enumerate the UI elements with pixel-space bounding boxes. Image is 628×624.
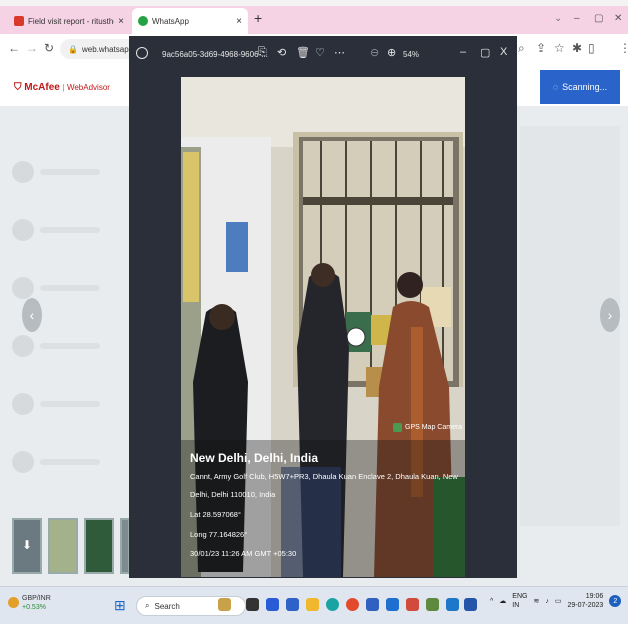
search-icon: ⌕: [145, 601, 150, 610]
start-icon[interactable]: ⊞: [114, 597, 126, 614]
zoom-icon[interactable]: ⌕: [518, 41, 525, 56]
mail-icon[interactable]: [446, 598, 459, 611]
previous-media-button[interactable]: ‹: [22, 298, 42, 332]
latitude: Lat 28.597068°: [190, 510, 241, 519]
store-icon[interactable]: [366, 598, 379, 611]
forward-icon[interactable]: →: [26, 41, 38, 55]
tab-label: Field visit report - ritusthey@...: [28, 16, 114, 26]
whatsapp-icon: [138, 16, 148, 26]
webadvisor-label: WebAdvisor: [66, 83, 110, 92]
stock-widget[interactable]: GBP/INR +0.53%: [22, 594, 51, 612]
volume-icon[interactable]: ♪: [545, 598, 549, 605]
media-thumbnail[interactable]: ⬇: [12, 518, 42, 574]
mcafee-shield-icon: ⛉: [14, 82, 22, 93]
scanning-label: Scanning...: [562, 82, 608, 92]
favorite-icon[interactable]: ♡: [315, 46, 325, 59]
tab-search-icon[interactable]: ⌄: [554, 13, 562, 24]
bookmark-star-icon[interactable]: ☆: [554, 41, 565, 55]
chat-list-item: [12, 158, 117, 186]
viewer-minimize-button[interactable]: –: [460, 46, 466, 58]
ticker-change: +0.53%: [22, 604, 46, 611]
chat-list-item: [12, 332, 117, 360]
notification-badge[interactable]: 2: [609, 595, 622, 607]
back-icon[interactable]: ←: [8, 41, 20, 55]
gmail-icon: [14, 16, 24, 26]
cloud-icon[interactable]: ☁: [499, 597, 506, 605]
photos-icon[interactable]: [426, 598, 439, 611]
outlook-icon[interactable]: [386, 598, 399, 611]
widgets-icon[interactable]: [266, 598, 279, 611]
address-line-2: Delhi, Delhi 110010, India: [190, 490, 276, 499]
longitude: Long 77.164826°: [190, 530, 248, 539]
close-tab-icon[interactable]: ×: [236, 16, 242, 27]
clock[interactable]: 19:06 29-07-2023: [567, 592, 603, 610]
media-thumbnail[interactable]: [84, 518, 114, 574]
viewer-close-button[interactable]: X: [500, 46, 507, 58]
gps-stamp: GPS Map Camera: [393, 423, 462, 432]
extensions-icon[interactable]: ✱: [572, 41, 582, 55]
tab-whatsapp[interactable]: WhatsApp ×: [132, 8, 248, 34]
photo-datetime: 30/01/23 11:26 AM GMT +05:30: [190, 549, 297, 558]
viewer-file-name: 9ac56a05-3d69-4968-9606-...: [162, 50, 268, 59]
search-label: Search: [154, 601, 180, 611]
gps-camera-icon: [393, 423, 402, 432]
viewer-app-icon: [136, 47, 148, 59]
search-highlight-icon[interactable]: [218, 598, 231, 611]
tab-label: WhatsApp: [152, 16, 189, 26]
chrome-icon[interactable]: [346, 598, 359, 611]
weather-widget-icon[interactable]: [8, 597, 19, 608]
date-label: 29-07-2023: [567, 602, 604, 609]
spinner-icon: ◌: [552, 82, 559, 92]
location-title: New Delhi, Delhi, India: [190, 451, 319, 465]
chevron-up-icon[interactable]: ^: [490, 598, 493, 605]
new-tab-button[interactable]: +: [254, 10, 262, 26]
chat-list-item: [12, 390, 117, 418]
save-icon[interactable]: ⎘: [258, 46, 267, 59]
maximize-button[interactable]: ▢: [594, 13, 603, 24]
mcafee-logo: ⛉ McAfee | WebAdvisor: [14, 82, 110, 93]
menu-icon[interactable]: ⋮: [619, 41, 628, 55]
address-bar[interactable]: 🔒 web.whatsapp.com: [60, 39, 140, 59]
wifi-icon[interactable]: ≋: [533, 597, 539, 605]
lang-label: ENG: [512, 593, 528, 600]
chat-list-item: [12, 274, 117, 302]
chat-list-item: [12, 216, 117, 244]
chat-app-icon[interactable]: [286, 598, 299, 611]
rotate-icon[interactable]: ⟲: [277, 46, 286, 59]
minimize-button[interactable]: –: [574, 13, 580, 24]
system-tray: ^ ☁ ENG IN ≋ ♪ ▭ 19:06 29-07-2023 2: [490, 592, 622, 610]
media-thumbnail[interactable]: [48, 518, 78, 574]
region-label: IN: [512, 602, 520, 609]
word-icon[interactable]: [464, 598, 477, 611]
zoom-in-icon[interactable]: ⊕: [387, 46, 396, 59]
battery-icon[interactable]: ▭: [555, 597, 562, 605]
mcafee-brand: McAfee: [24, 82, 60, 93]
zoom-level: 54%: [403, 50, 420, 59]
file-explorer-icon[interactable]: [306, 598, 319, 611]
reload-icon[interactable]: ↻: [44, 41, 54, 55]
more-icon[interactable]: ⋯: [334, 46, 345, 59]
close-window-button[interactable]: ✕: [614, 13, 622, 24]
close-tab-icon[interactable]: ×: [118, 16, 124, 27]
edge-icon[interactable]: [326, 598, 339, 611]
download-icon: ⬇: [21, 538, 33, 552]
chat-list-item: [12, 448, 117, 476]
time-label: 19:06: [585, 593, 604, 600]
sidebar-icon[interactable]: ▯: [588, 41, 595, 55]
scanning-status[interactable]: ◌ Scanning...: [540, 70, 620, 104]
address-line-1: Cannt, Army Golf Club, H5W7+PR3, Dhaula …: [190, 472, 458, 481]
tab-field-visit-report[interactable]: Field visit report - ritusthey@... ×: [8, 8, 130, 34]
viewer-maximize-button[interactable]: ▢: [480, 46, 490, 59]
delete-icon[interactable]: 🗑: [296, 46, 310, 59]
language-indicator[interactable]: ENG IN: [512, 592, 527, 610]
next-media-button[interactable]: ›: [600, 298, 620, 332]
office-icon[interactable]: [406, 598, 419, 611]
ticker-name: GBP/INR: [22, 595, 51, 602]
task-view-icon[interactable]: [246, 598, 259, 611]
zoom-out-icon[interactable]: ⊖: [370, 46, 379, 59]
share-icon[interactable]: ⇪: [536, 41, 546, 55]
gps-stamp-label: GPS Map Camera: [405, 424, 463, 431]
lock-icon: 🔒: [68, 44, 78, 54]
tab-strip: Field visit report - ritusthey@... × Wha…: [0, 6, 628, 34]
